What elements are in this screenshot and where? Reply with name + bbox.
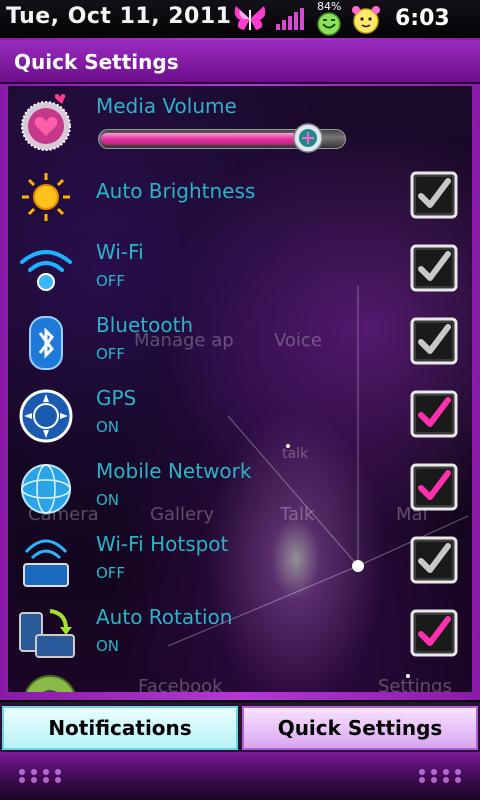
tab-quick-settings[interactable]: Quick Settings xyxy=(242,706,478,750)
setting-checkbox[interactable] xyxy=(410,171,458,219)
butterfly-icon xyxy=(234,6,266,30)
setting-label: Auto Brightness xyxy=(96,179,256,203)
setting-status: OFF xyxy=(96,564,126,582)
setting-label: Bluetooth xyxy=(96,313,194,337)
setting-row-auto-rotation[interactable]: Auto Rotation ON xyxy=(8,597,472,670)
signal-icon xyxy=(276,8,304,30)
setting-row-mobile-network[interactable]: Mobile Network ON xyxy=(8,451,472,524)
setting-row-auto-brightness[interactable]: Auto Brightness xyxy=(8,159,472,232)
setting-label: Auto Rotation xyxy=(96,605,233,629)
sun-icon xyxy=(22,173,70,221)
setting-status: OFF xyxy=(96,345,126,363)
media-volume-slider[interactable] xyxy=(98,123,346,153)
setting-row-wi-fi[interactable]: Wi-Fi OFF xyxy=(8,232,472,305)
time-value: 6:03 xyxy=(395,6,450,31)
settings-panel[interactable]: Manage ap Voice Camera Gallery Talk Mai … xyxy=(8,86,472,692)
setting-status: ON xyxy=(96,418,120,436)
setting-label: Wi-Fi Hotspot xyxy=(96,532,229,556)
setting-label: Wi-Fi xyxy=(96,240,144,264)
setting-status: ON xyxy=(96,637,120,655)
media-volume-label: Media Volume xyxy=(96,94,237,118)
setting-checkbox[interactable] xyxy=(410,536,458,584)
page-title: Quick Settings xyxy=(14,50,179,74)
setting-checkbox[interactable] xyxy=(410,244,458,292)
setting-checkbox[interactable] xyxy=(410,390,458,438)
status-bar: Tue, Oct 11, 2011 84% 6:03 AM xyxy=(0,0,480,54)
title-bar: Quick Settings xyxy=(0,40,480,84)
setting-status: ON xyxy=(96,491,120,509)
media-volume-row: Media Volume xyxy=(8,86,472,159)
bluetooth-icon xyxy=(29,316,63,370)
setting-checkbox[interactable] xyxy=(410,463,458,511)
setting-checkbox[interactable] xyxy=(410,609,458,657)
tab-notifications[interactable]: Notifications xyxy=(2,706,238,750)
hearts-icon xyxy=(21,94,71,151)
globe-icon xyxy=(21,464,71,514)
bg-label-settings: Settings xyxy=(378,676,452,692)
rotation-icon xyxy=(19,609,75,658)
slider-thumb[interactable] xyxy=(292,122,324,154)
status-date: Tue, Oct 11, 2011 xyxy=(6,4,232,29)
bottom-bar xyxy=(0,752,480,800)
wifi-icon xyxy=(20,250,72,291)
media-volume-fill xyxy=(101,133,298,145)
setting-label: GPS xyxy=(96,386,137,410)
setting-label: Mobile Network xyxy=(96,459,252,483)
setting-checkbox[interactable] xyxy=(410,317,458,365)
bg-label-facebook: Facebook xyxy=(138,676,223,692)
tab-bar: Notifications Quick Settings xyxy=(0,702,480,752)
gps-icon xyxy=(19,389,73,443)
battery-icon xyxy=(317,12,341,36)
setting-status: OFF xyxy=(96,272,126,290)
setting-row-gps[interactable]: GPS ON xyxy=(8,378,472,451)
hotspot-icon xyxy=(23,539,69,587)
setting-row-wi-fi-hotspot[interactable]: Wi-Fi Hotspot OFF xyxy=(8,524,472,597)
alarm-icon xyxy=(352,6,380,34)
dot-pattern-left xyxy=(19,769,61,783)
setting-row-bluetooth[interactable]: Bluetooth OFF xyxy=(8,305,472,378)
gear-icon xyxy=(24,675,76,692)
dot-pattern-right xyxy=(419,769,461,783)
